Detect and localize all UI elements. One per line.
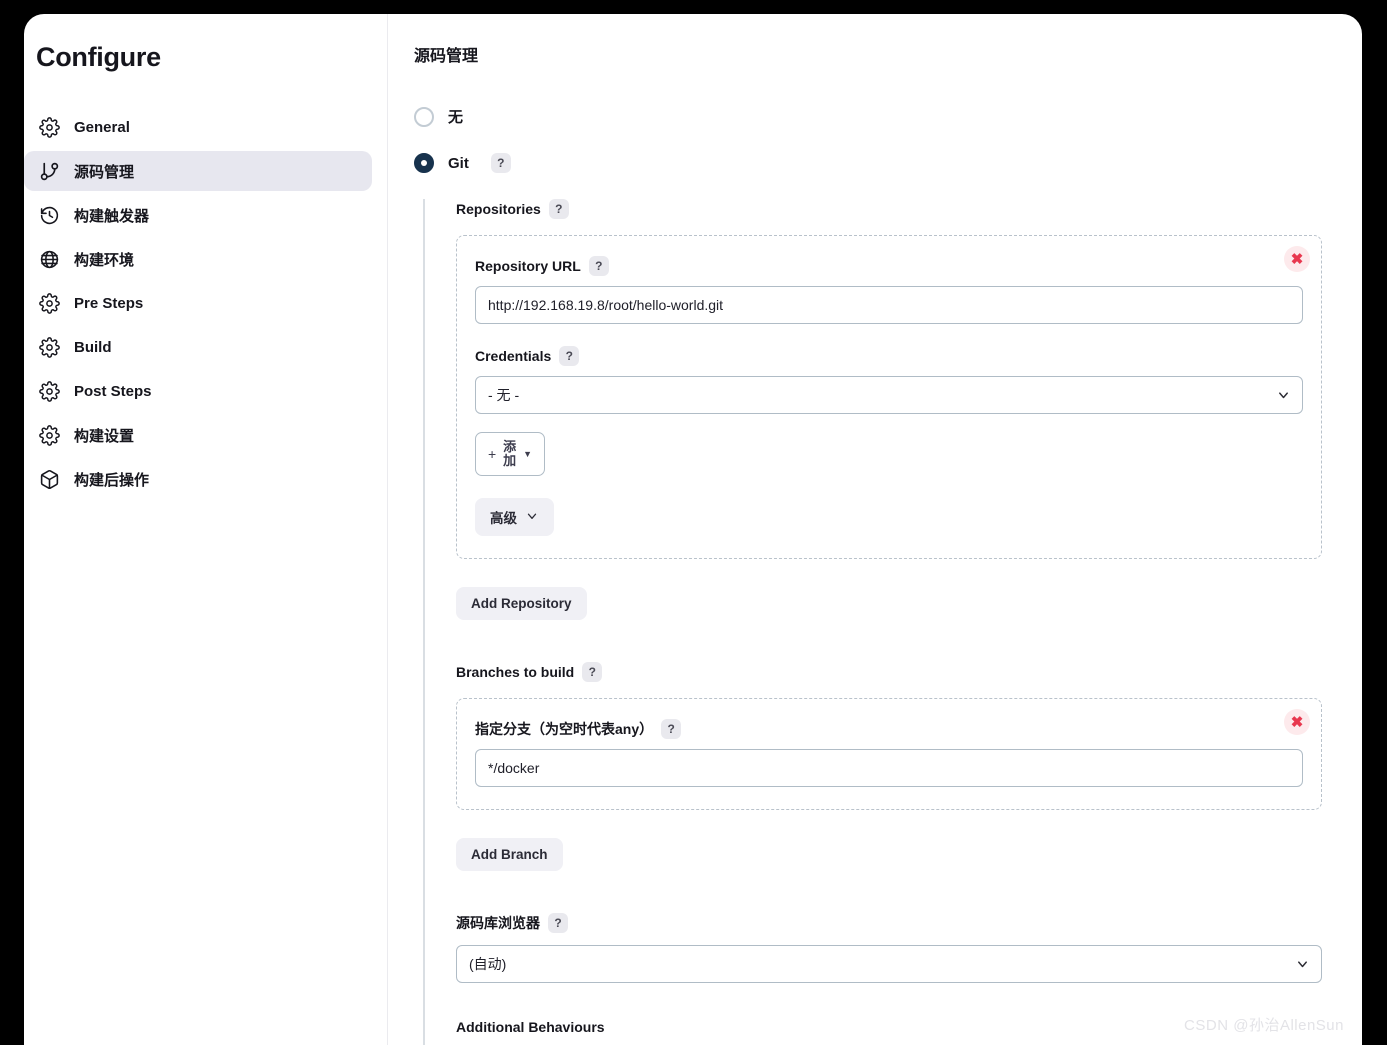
branch-spec-label: 指定分支（为空时代表any）	[475, 721, 654, 738]
add-repository-button[interactable]: Add Repository	[456, 587, 587, 621]
repository-url-label: Repository URL	[475, 258, 581, 274]
chevron-down-icon	[525, 509, 539, 526]
gear-icon	[38, 380, 60, 402]
credentials-label: Credentials	[475, 348, 552, 364]
package-icon	[38, 468, 60, 490]
page-title: Configure	[36, 42, 161, 72]
credentials-select-wrap: - 无 -	[475, 376, 1303, 414]
help-icon-git[interactable]: ?	[490, 153, 511, 173]
help-icon-repository-browser[interactable]: ?	[548, 913, 568, 934]
help-icon-repository-url[interactable]: ?	[588, 256, 609, 276]
git-branch-icon	[38, 160, 60, 182]
sidebar-item-label: 构建后操作	[74, 471, 150, 489]
repository-url-input[interactable]	[475, 286, 1303, 324]
sidebar-nav: General 源码管理 构建触发器 构建环境 Pre Steps Build …	[24, 107, 372, 499]
git-settings-panel: Repositories ? ✖ Repository URL ? Creden…	[423, 199, 1322, 1045]
sidebar-item-scm[interactable]: 源码管理	[24, 151, 372, 191]
scm-configuration-panel: 源码管理 无 Git ? Repositories ? ✖ Repository…	[388, 14, 1362, 1045]
sidebar-item-label: 构建设置	[74, 427, 135, 445]
gear-icon	[38, 292, 60, 314]
sidebar-item-build-environment[interactable]: 构建环境	[24, 239, 372, 279]
scm-option-label: 无	[448, 109, 464, 126]
gear-icon	[38, 116, 60, 138]
repositories-label: Repositories	[456, 201, 541, 217]
credentials-select[interactable]: - 无 -	[475, 376, 1303, 414]
advanced-button[interactable]: 高级	[475, 498, 554, 537]
sidebar-item-build-triggers[interactable]: 构建触发器	[24, 195, 372, 235]
delete-branch-button[interactable]: ✖	[1284, 709, 1310, 736]
caret-down-icon: ▼	[523, 449, 533, 460]
advanced-button-wrap: 高级	[475, 498, 1303, 537]
clock-icon	[38, 204, 60, 226]
branch-entry: ✖ 指定分支（为空时代表any） ?	[456, 698, 1322, 811]
add-credentials-label: 添加	[503, 439, 517, 469]
repositories-label-row: Repositories ?	[456, 199, 1322, 219]
sidebar-item-label: 构建环境	[74, 251, 135, 269]
credentials-label-row: Credentials ?	[475, 346, 1303, 366]
gear-icon	[38, 424, 60, 446]
additional-behaviours-label: Additional Behaviours	[456, 1019, 605, 1036]
sidebar-item-build-settings[interactable]: 构建设置	[24, 415, 372, 455]
section-title: 源码管理	[414, 48, 479, 65]
add-credentials-button[interactable]: + 添加 ▼	[475, 432, 546, 477]
radio-git[interactable]	[414, 153, 434, 173]
configure-card: Configure General 源码管理 构建触发器 构建环境 Pre St…	[24, 14, 1362, 1045]
repository-entry: ✖ Repository URL ? Credentials ? - 无 -	[456, 235, 1322, 560]
sidebar-item-label: Pre Steps	[74, 294, 144, 312]
branch-spec-input[interactable]	[475, 749, 1303, 788]
globe-icon	[38, 248, 60, 270]
radio-none[interactable]	[414, 106, 434, 127]
repository-browser-select-wrap: (自动)	[456, 945, 1322, 984]
gear-icon	[38, 336, 60, 358]
sidebar-item-label: Post Steps	[74, 382, 152, 400]
sidebar-item-label: 构建触发器	[74, 207, 150, 225]
repository-browser-label-row: 源码库浏览器 ?	[456, 913, 1322, 934]
help-icon-branch-spec[interactable]: ?	[661, 719, 682, 740]
sidebar-item-pre-steps[interactable]: Pre Steps	[24, 283, 372, 323]
sidebar-item-label: General	[74, 118, 130, 136]
sidebar-item-post-build-actions[interactable]: 构建后操作	[24, 459, 372, 499]
repository-browser-select[interactable]: (自动)	[456, 945, 1322, 984]
scm-option-label: Git	[448, 154, 469, 172]
scm-option-none[interactable]: 无	[414, 106, 1322, 127]
add-repository-wrap: Add Repository	[456, 587, 1322, 621]
add-branch-wrap: Add Branch	[456, 838, 1322, 872]
delete-repository-button[interactable]: ✖	[1284, 246, 1310, 272]
branches-label: Branches to build	[456, 664, 575, 681]
branches-label-row: Branches to build ?	[456, 662, 1322, 683]
scm-option-git[interactable]: Git ?	[414, 153, 1322, 173]
sidebar-item-build[interactable]: Build	[24, 327, 372, 367]
sidebar-item-label: Build	[74, 338, 112, 356]
repository-url-label-row: Repository URL ?	[475, 256, 1303, 276]
repository-browser-label: 源码库浏览器	[456, 915, 540, 932]
plus-icon: +	[488, 446, 497, 463]
help-icon-credentials[interactable]: ?	[559, 346, 580, 366]
sidebar-item-post-steps[interactable]: Post Steps	[24, 371, 372, 411]
help-icon-repositories[interactable]: ?	[548, 199, 569, 219]
branch-spec-label-row: 指定分支（为空时代表any） ?	[475, 719, 1303, 740]
sidebar-item-general[interactable]: General	[24, 107, 372, 147]
sidebar-item-label: 源码管理	[74, 163, 135, 181]
help-icon-branches[interactable]: ?	[582, 662, 603, 683]
add-branch-button[interactable]: Add Branch	[456, 838, 563, 872]
configure-sidebar: Configure General 源码管理 构建触发器 构建环境 Pre St…	[24, 14, 388, 1045]
advanced-label: 高级	[490, 511, 517, 527]
